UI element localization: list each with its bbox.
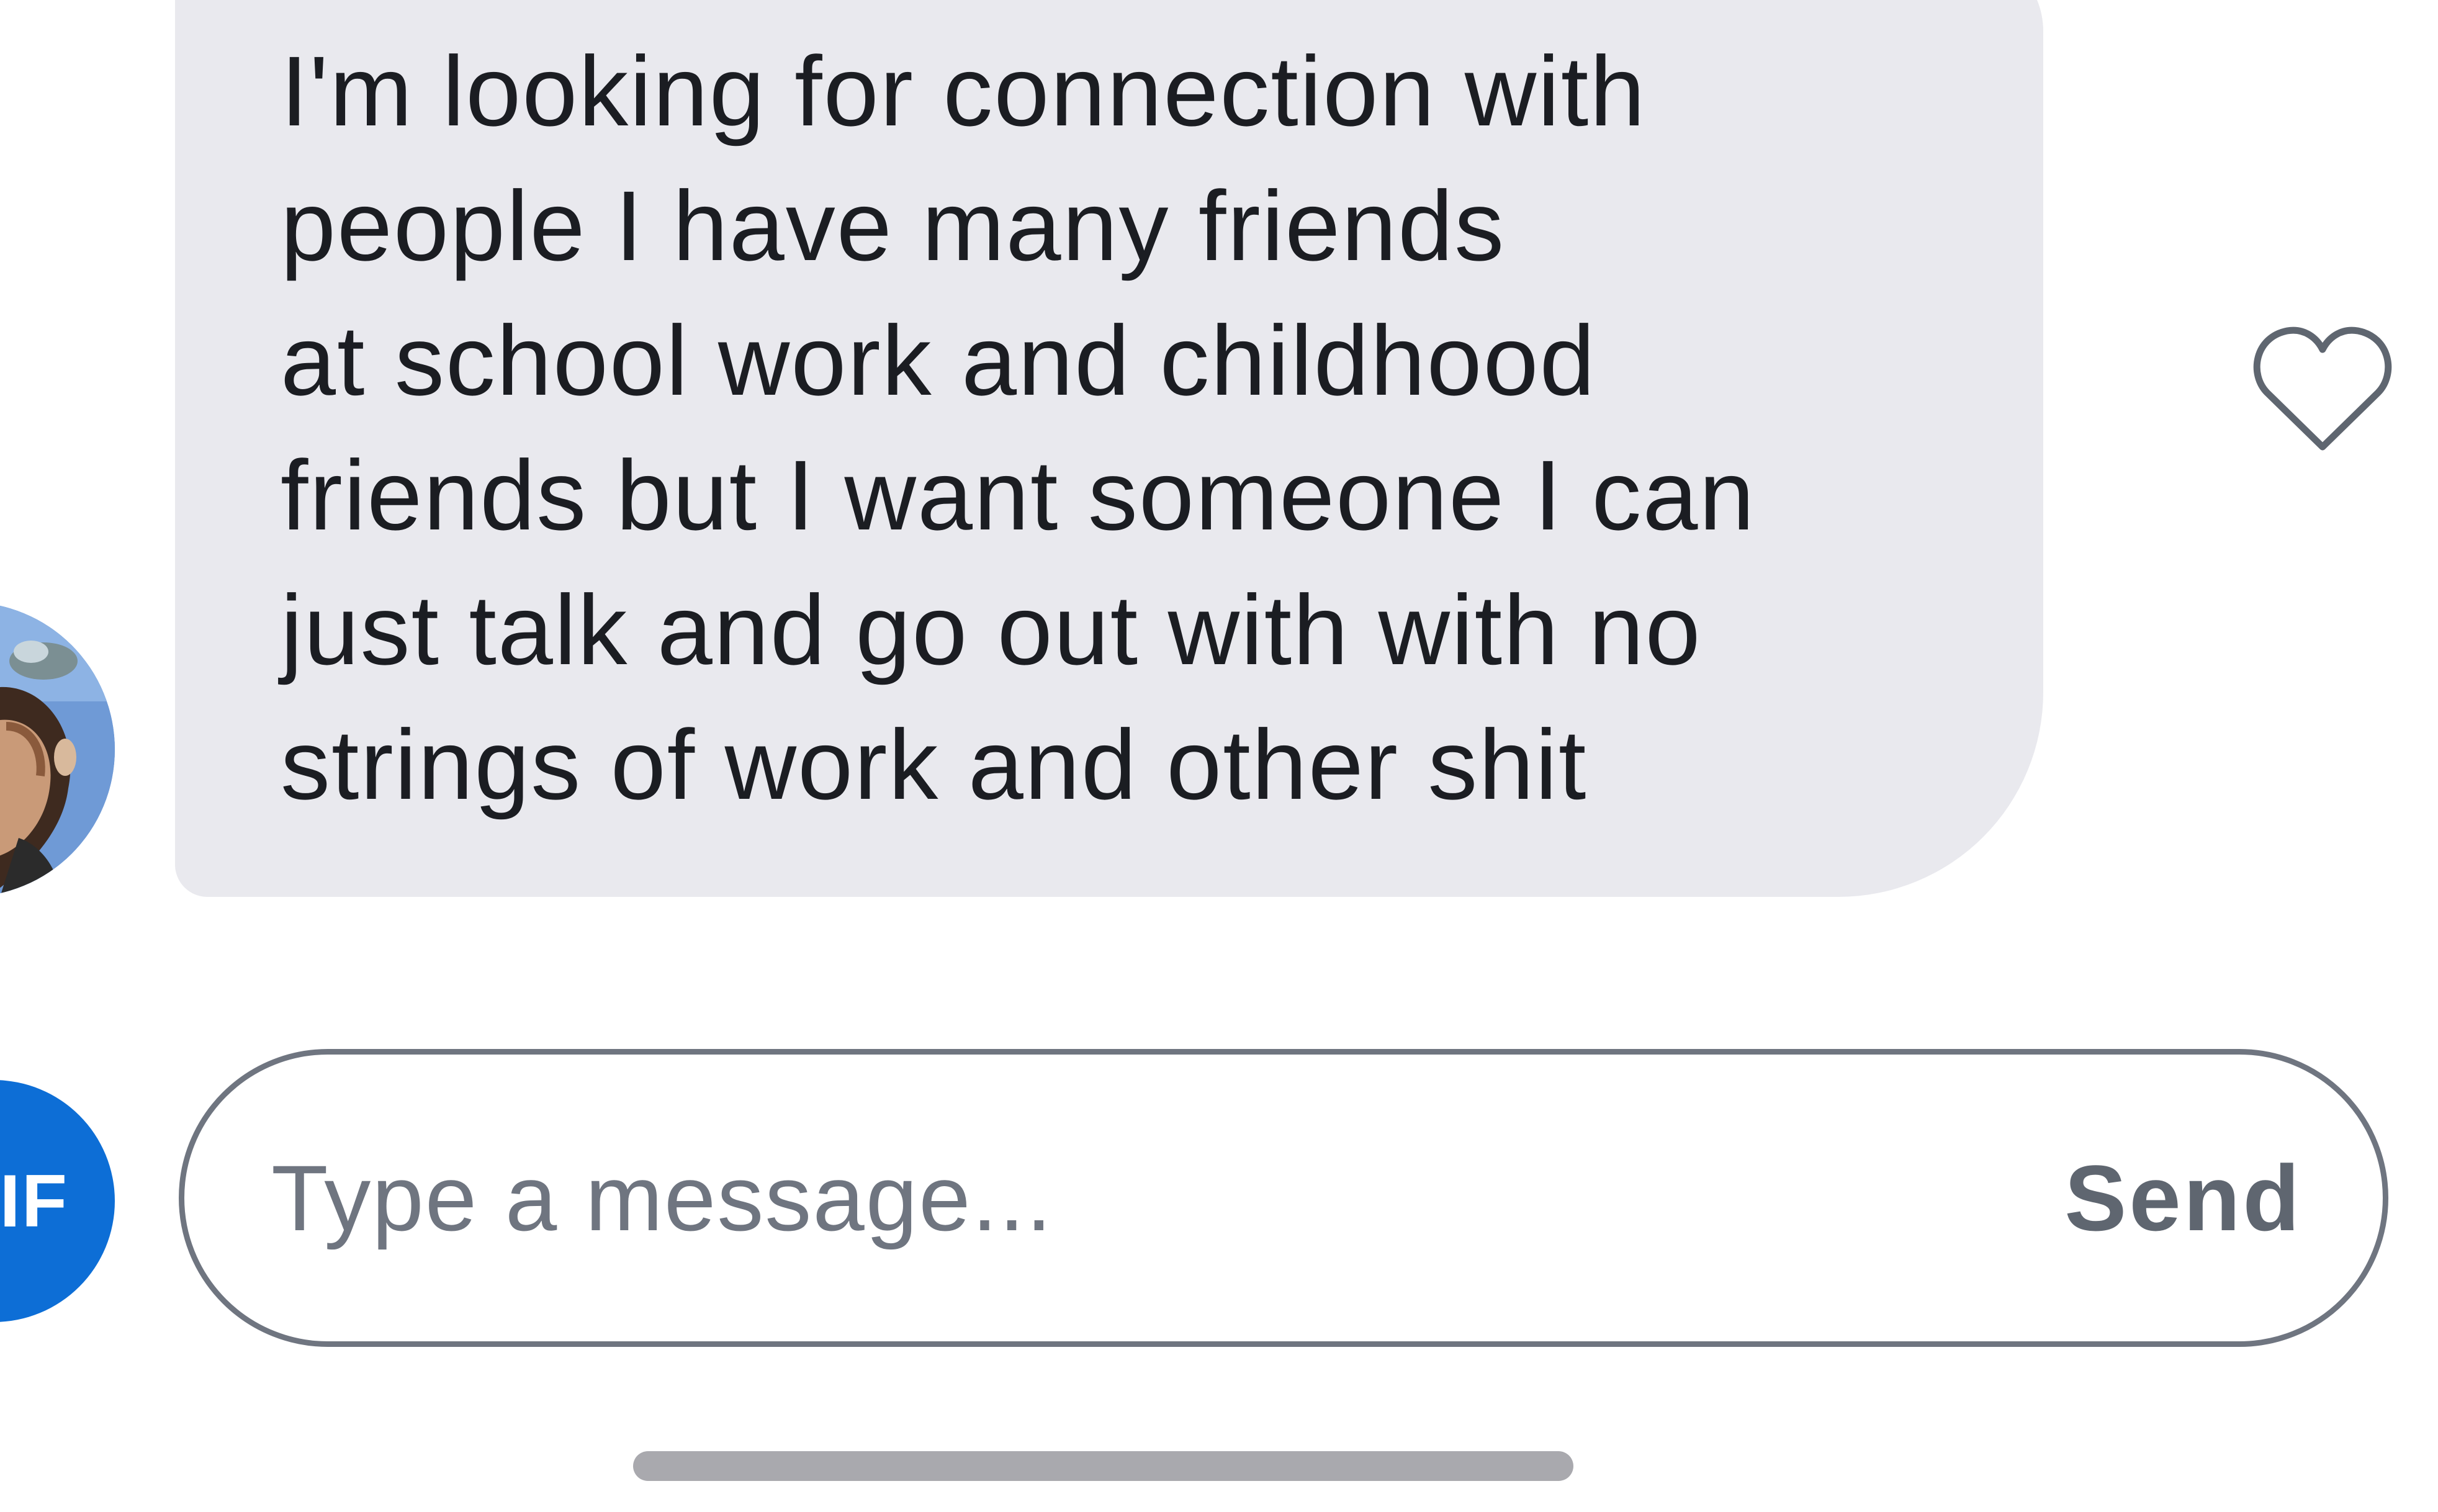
message-line: at school work and childhood: [281, 305, 1596, 416]
gif-label: IF: [0, 1159, 68, 1243]
message-line: people I have many friends: [281, 170, 1506, 281]
message-text: I'm looking for connection with people I…: [281, 24, 1755, 832]
avatar-photo: [0, 602, 115, 897]
message-line: I'm looking for connection with: [281, 35, 1647, 146]
received-message-bubble[interactable]: I'm looking for connection with people I…: [175, 0, 2043, 897]
heart-outline-icon: [2253, 326, 2392, 451]
message-input[interactable]: [271, 1055, 2071, 1341]
chat-screen: I'm looking for connection with people I…: [0, 0, 2438, 1512]
message-line: just talk and go out with with no: [281, 574, 1702, 685]
message-line: friends but I want someone I can: [281, 439, 1756, 551]
message-composer: Send: [179, 1049, 2388, 1347]
send-button[interactable]: Send: [2064, 1055, 2302, 1341]
sender-avatar[interactable]: [0, 602, 115, 897]
like-button[interactable]: [2250, 320, 2396, 456]
message-line: strings of work and other shit: [281, 709, 1588, 820]
gif-button[interactable]: IF: [0, 1080, 115, 1322]
home-indicator[interactable]: [633, 1451, 1573, 1481]
